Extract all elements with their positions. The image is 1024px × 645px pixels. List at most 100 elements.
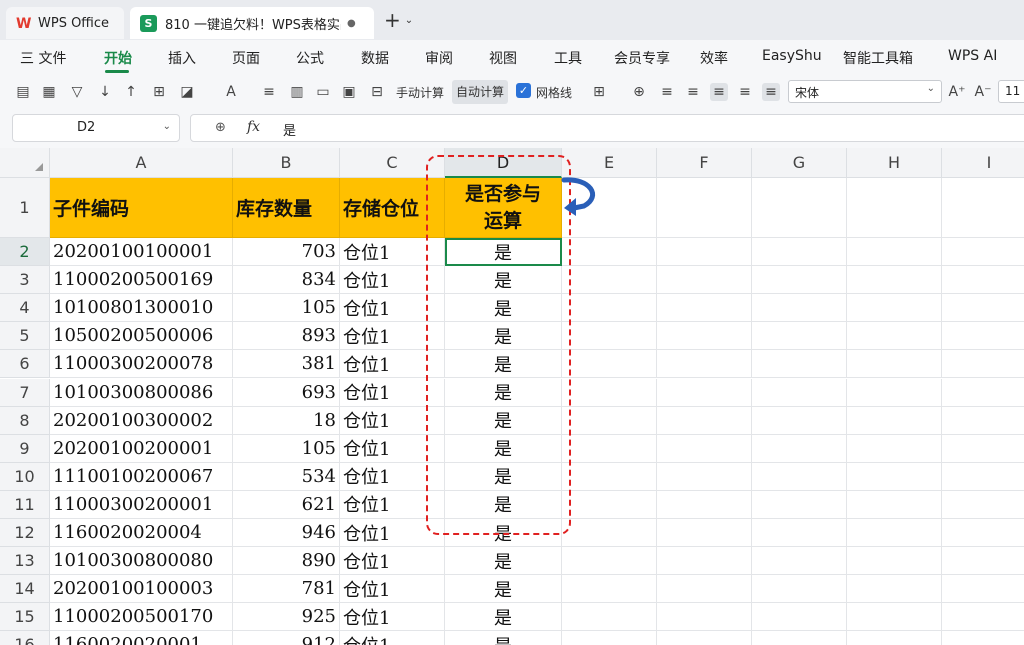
grid-cell[interactable]	[942, 294, 1024, 323]
grid-cell[interactable]	[657, 490, 752, 519]
cell-location[interactable]: 仓位1	[340, 603, 445, 632]
cell-stock-qty[interactable]: 834	[233, 266, 340, 295]
column-header-a[interactable]: A	[50, 148, 233, 178]
cell-part-code[interactable]: 20200100100001	[50, 238, 233, 267]
grid-cell[interactable]	[562, 547, 657, 576]
grid-cell[interactable]	[942, 575, 1024, 604]
row-header[interactable]: 11	[0, 490, 50, 519]
grid-cell[interactable]	[562, 266, 657, 295]
grid-cell[interactable]	[847, 603, 942, 632]
menu-data[interactable]: 数据	[361, 48, 389, 68]
zoom-search-icon[interactable]: ⊕	[215, 120, 226, 135]
grid-cell[interactable]	[752, 462, 847, 491]
font-size-increase-icon[interactable]: A⁺	[948, 83, 966, 101]
grid-cell[interactable]	[562, 350, 657, 379]
grid-cell[interactable]	[562, 378, 657, 407]
grid-cell[interactable]	[942, 379, 1024, 407]
grid-cell[interactable]	[847, 238, 942, 267]
filter-icon[interactable]: ▽	[68, 83, 86, 101]
grid-cell[interactable]	[942, 178, 1024, 238]
format-painter-icon[interactable]: ▤	[14, 83, 32, 101]
cell-participate[interactable]: 是	[445, 238, 562, 267]
cell-location[interactable]: 仓位1	[340, 434, 445, 463]
grid-cell[interactable]	[942, 547, 1024, 576]
grid-cell[interactable]	[752, 350, 847, 379]
grid-cell[interactable]	[752, 322, 847, 351]
cell-part-code[interactable]: 10100300800086	[50, 378, 233, 407]
column-header-c[interactable]: C	[340, 148, 445, 178]
row-header[interactable]: 12	[0, 519, 50, 548]
cell-participate[interactable]: 是	[445, 490, 562, 519]
grid-cell[interactable]	[657, 406, 752, 435]
grid-cell[interactable]	[847, 266, 942, 295]
cell-part-code[interactable]: 10500200500006	[50, 322, 233, 351]
gridlines-checkbox[interactable]: ✓	[516, 83, 531, 98]
paste-special-icon[interactable]: ▦	[40, 83, 58, 101]
cell-participate[interactable]: 是	[445, 406, 562, 435]
grid-cell[interactable]	[657, 294, 752, 323]
grid-cell[interactable]	[847, 547, 942, 576]
cell-location[interactable]: 仓位1	[340, 350, 445, 379]
grid-cell[interactable]	[752, 490, 847, 519]
cell-stock-qty[interactable]: 703	[233, 238, 340, 267]
grid-cell[interactable]	[562, 238, 657, 267]
grid-cell[interactable]	[942, 322, 1024, 351]
menu-smart-toolbox[interactable]: 智能工具箱	[843, 48, 913, 68]
sort-asc-icon[interactable]: ↓	[96, 83, 114, 101]
grid-cell[interactable]	[847, 350, 942, 379]
header-cell-location[interactable]: 存储仓位	[340, 178, 445, 238]
cell-participate[interactable]: 是	[445, 519, 562, 548]
align-center-icon[interactable]: ≡	[710, 83, 728, 101]
row-header[interactable]: 7	[0, 378, 50, 407]
row-header[interactable]: 9	[0, 434, 50, 463]
cell-stock-qty[interactable]: 925	[233, 603, 340, 632]
grid-cell[interactable]	[562, 322, 657, 351]
cell-location[interactable]: 仓位1	[340, 462, 445, 491]
select-all-corner[interactable]	[0, 148, 50, 178]
row-header[interactable]: 14	[0, 575, 50, 604]
grid-cell[interactable]	[752, 294, 847, 323]
align-left-icon[interactable]: ≡	[684, 83, 702, 101]
auto-calc-button[interactable]: 自动计算	[452, 80, 509, 104]
tab-wps-office[interactable]: W WPS Office	[6, 7, 124, 39]
grid-cell[interactable]	[657, 603, 752, 632]
grid-cell[interactable]	[562, 490, 657, 519]
row-header[interactable]: 2	[0, 238, 50, 267]
cell-participate[interactable]: 是	[445, 378, 562, 407]
row-header[interactable]: 8	[0, 406, 50, 435]
cell-part-code[interactable]: 20200100200001	[50, 434, 233, 463]
row-header[interactable]: 15	[0, 603, 50, 632]
grid-cell[interactable]	[657, 631, 752, 645]
menu-formula[interactable]: 公式	[296, 48, 324, 68]
grid-cell[interactable]	[942, 238, 1024, 267]
cell-participate[interactable]: 是	[445, 350, 562, 379]
row-header[interactable]: 1	[0, 178, 50, 238]
grid-cell[interactable]	[657, 462, 752, 491]
cell-location[interactable]: 仓位1	[340, 490, 445, 519]
cell-stock-qty[interactable]: 381	[233, 350, 340, 379]
cell-participate[interactable]: 是	[445, 322, 562, 351]
cell-stock-qty[interactable]: 893	[233, 322, 340, 351]
grid-cell[interactable]	[942, 603, 1024, 632]
cell-part-code[interactable]: 10100300800080	[50, 547, 233, 576]
grid-cell[interactable]	[657, 350, 752, 379]
tab-document[interactable]: S 810 一键追欠料！WPS表格实战h ●	[130, 7, 374, 39]
grid-cell[interactable]	[942, 407, 1024, 435]
grid-cell[interactable]	[752, 631, 847, 645]
column-header-f[interactable]: F	[657, 148, 752, 178]
grid-cell[interactable]	[752, 406, 847, 435]
align-middle-icon[interactable]: ≡	[762, 83, 780, 101]
wrap-text-icon[interactable]: ≡	[260, 83, 278, 101]
header-cell-stock-qty[interactable]: 库存数量	[233, 178, 340, 238]
cell-part-code[interactable]: 20200100300002	[50, 406, 233, 435]
function-icon[interactable]: fx	[247, 119, 260, 135]
cell-location[interactable]: 仓位1	[340, 238, 445, 267]
grid-cell[interactable]	[752, 238, 847, 267]
grid-cell[interactable]	[847, 378, 942, 407]
cell-part-code[interactable]: 11000300200078	[50, 350, 233, 379]
manual-calc-button[interactable]: 手动计算	[396, 84, 444, 101]
menu-home[interactable]: 开始	[104, 48, 132, 68]
grid-cell[interactable]	[847, 519, 942, 548]
font-size-decrease-icon[interactable]: A⁻	[974, 83, 992, 101]
grid-cell[interactable]	[847, 178, 942, 238]
